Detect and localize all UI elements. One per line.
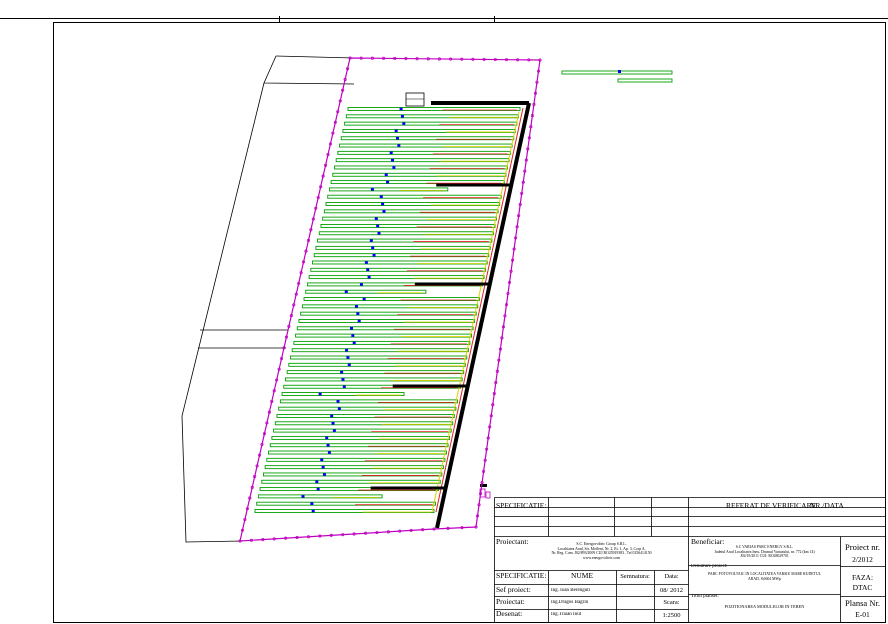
faza-value: DTAC xyxy=(852,584,873,592)
specificatie-header: SPECIFICATIE: xyxy=(496,502,547,510)
row-marker xyxy=(364,261,368,264)
row-marker xyxy=(332,429,336,432)
row-marker xyxy=(397,144,401,147)
parcel-line xyxy=(181,82,265,543)
row-marker xyxy=(345,348,349,352)
row-marker xyxy=(350,326,354,330)
transformer-box xyxy=(405,92,425,107)
row-marker xyxy=(370,188,374,191)
drawing-sheet: SPECIFICATIE: REFERAT DE VERIFICARE NR./… xyxy=(0,0,888,624)
neighbour-parcels xyxy=(181,55,355,543)
person-name: Ing.Traian Inut xyxy=(551,612,582,617)
row-marker xyxy=(381,202,385,206)
parcel-line xyxy=(263,55,355,85)
row-marker xyxy=(346,356,350,359)
row-marker xyxy=(331,421,335,425)
row-marker xyxy=(402,122,406,125)
row-marker xyxy=(316,487,320,491)
row-marker xyxy=(369,239,373,242)
row-marker xyxy=(357,319,361,323)
row-marker xyxy=(320,458,324,462)
beneficiar-info: S.C VARIAS PARC ENERGY S.R.L. Judetul Ar… xyxy=(691,545,838,559)
row-marker xyxy=(386,180,390,184)
row-marker xyxy=(341,378,345,381)
denumire-info: PARC FOTOVOLTAIC IN LOCALITATEA VARSIU M… xyxy=(691,572,838,581)
row-marker xyxy=(395,136,399,140)
row-marker xyxy=(322,473,326,476)
row-marker xyxy=(301,495,305,498)
title-block: SPECIFICATIE: REFERAT DE VERIFICARE NR./… xyxy=(494,497,885,623)
row-marker xyxy=(392,166,396,169)
row-marker xyxy=(336,400,340,403)
semnatura-col-header: Semnatura: xyxy=(620,573,650,580)
row-marker xyxy=(372,253,376,257)
row-marker xyxy=(347,363,351,367)
plansa-label: Plansa Nr. xyxy=(845,599,880,608)
row-marker xyxy=(399,107,403,111)
row-marker xyxy=(384,173,388,177)
proiectant-info: S.C. Energovolteic Group S.R.L. Localita… xyxy=(524,542,679,561)
spec-col-header: SPECIFICATIE: xyxy=(496,572,547,580)
row-marker xyxy=(352,341,356,345)
row-marker xyxy=(367,275,371,279)
row-marker xyxy=(394,129,398,133)
nume-col-header: NUME xyxy=(570,572,594,580)
scara-label: Scara: xyxy=(663,599,680,606)
row-marker xyxy=(310,502,314,505)
proiect-nr-label: Proiect nr. xyxy=(845,543,880,552)
date-value: 08/ 2012 xyxy=(660,587,683,594)
proiect-nr-value: 2/2012 xyxy=(852,556,873,564)
nr-data-label: NR./DATA xyxy=(810,502,844,510)
titlu-value: POZITIONAREA MODULELOR IN TEREN xyxy=(724,605,805,609)
row-marker xyxy=(618,70,621,73)
row-marker xyxy=(400,115,404,118)
row-marker xyxy=(344,290,348,294)
pv-row xyxy=(617,78,673,83)
row-marker xyxy=(374,217,378,220)
row-marker xyxy=(377,231,381,235)
row-marker xyxy=(327,451,331,454)
row-marker xyxy=(362,297,366,301)
denumire-line: ARAD, 8,6604 MWp xyxy=(748,576,781,581)
row-marker xyxy=(311,509,315,513)
beneficiar-line: J02/19/2011 CUI: RO28029701 xyxy=(740,554,789,559)
role-label: Proiectat: xyxy=(496,598,525,606)
row-marker xyxy=(366,268,370,272)
row-marker xyxy=(359,283,363,286)
row-marker xyxy=(321,465,325,469)
row-marker xyxy=(354,305,358,308)
row-marker xyxy=(337,407,341,410)
role-label: Desenat: xyxy=(496,610,523,618)
row-marker xyxy=(389,151,393,155)
referat-label: REFERAT DE VERIFICARE xyxy=(726,502,817,510)
row-marker xyxy=(391,158,395,162)
titlu-label: Titlul plansei: xyxy=(691,594,719,599)
row-marker xyxy=(330,414,334,418)
pv-row xyxy=(561,70,673,75)
row-marker xyxy=(382,210,386,213)
row-marker xyxy=(318,392,322,396)
gate-symbol xyxy=(485,491,491,499)
row-marker xyxy=(342,385,346,389)
row-marker xyxy=(356,312,360,315)
row-marker xyxy=(325,436,329,440)
row-marker xyxy=(351,334,355,337)
scara-value: 1:2500 xyxy=(662,612,681,619)
pv-panel-rows xyxy=(254,70,673,513)
proiectant-line: www.energovolteic.com xyxy=(582,556,620,561)
row-marker xyxy=(376,224,380,228)
data-col-header: Data: xyxy=(664,573,679,580)
row-marker xyxy=(340,370,344,374)
row-marker xyxy=(326,443,330,447)
row-marker xyxy=(315,480,319,484)
faza-label: FAZA: xyxy=(851,574,874,582)
row-marker xyxy=(379,195,383,199)
person-name: Ing.Dragos Bagrin xyxy=(551,600,589,605)
person-name: Ing. Ioan Berenguti xyxy=(551,588,591,593)
plansa-value: E-01 xyxy=(855,611,870,619)
denumire-label: Denumire proiect: xyxy=(691,564,728,569)
parcel-line xyxy=(275,55,355,59)
row-marker xyxy=(371,246,375,250)
role-label: Sef proiect: xyxy=(496,586,531,594)
